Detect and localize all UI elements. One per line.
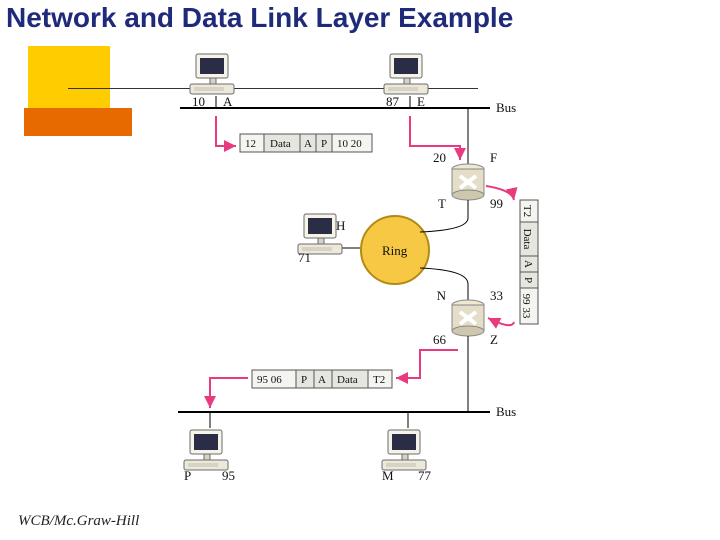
svg-text:P: P <box>321 138 327 150</box>
name-p: P <box>184 468 191 483</box>
router-f <box>452 164 484 200</box>
packet-3: 95 06 P A Data T2 <box>252 370 392 388</box>
arrow-pkt3-to-p <box>210 378 248 408</box>
computer-p <box>184 430 228 470</box>
arrow-a-to-pkt1 <box>216 116 236 146</box>
name-f: F <box>490 150 497 165</box>
diagram-svg: Bus 10 A 87 E 12 Data A P 10 20 20 F T 9… <box>0 0 720 540</box>
bus-label-top: Bus <box>496 100 516 115</box>
computer-a <box>190 54 234 94</box>
name-e: E <box>417 94 425 109</box>
name-t: T <box>438 196 446 211</box>
addr-m: 77 <box>418 468 432 483</box>
svg-text:T2: T2 <box>373 374 385 386</box>
router-n <box>452 300 484 336</box>
packet-2: T2 Data A P 99 33 <box>520 200 538 324</box>
arrow-n-to-pkt3 <box>396 350 458 378</box>
computer-m <box>382 430 426 470</box>
addr-n: 33 <box>490 288 503 303</box>
addr-h: 71 <box>298 250 311 265</box>
addr-a: 10 <box>192 94 205 109</box>
name-a: A <box>223 94 233 109</box>
name-h: H <box>336 218 345 233</box>
computer-e <box>384 54 428 94</box>
svg-text:95 06: 95 06 <box>257 374 282 386</box>
addr-z: 66 <box>433 332 447 347</box>
svg-text:A: A <box>522 260 534 268</box>
addr-e: 87 <box>386 94 400 109</box>
svg-text:T2: T2 <box>521 205 533 217</box>
svg-text:Data: Data <box>521 229 533 250</box>
svg-text:12: 12 <box>245 138 256 150</box>
svg-text:A: A <box>304 138 312 150</box>
addr-f-top: 20 <box>433 150 446 165</box>
svg-text:P: P <box>522 277 534 283</box>
arrow-pkt2-to-n <box>488 318 514 325</box>
name-n: N <box>437 288 447 303</box>
ring-label: Ring <box>382 243 408 258</box>
svg-text:Data: Data <box>270 138 291 150</box>
svg-text:99 33: 99 33 <box>520 294 532 319</box>
packet-1: 12 Data A P 10 20 <box>240 134 372 152</box>
addr-p: 95 <box>222 468 235 483</box>
svg-text:Data: Data <box>337 374 358 386</box>
svg-text:P: P <box>301 374 307 386</box>
name-z: Z <box>490 332 498 347</box>
bus-label-bottom: Bus <box>496 404 516 419</box>
addr-t: 99 <box>490 196 503 211</box>
svg-text:10 20: 10 20 <box>337 138 362 150</box>
svg-text:A: A <box>318 374 326 386</box>
name-m: M <box>382 468 394 483</box>
